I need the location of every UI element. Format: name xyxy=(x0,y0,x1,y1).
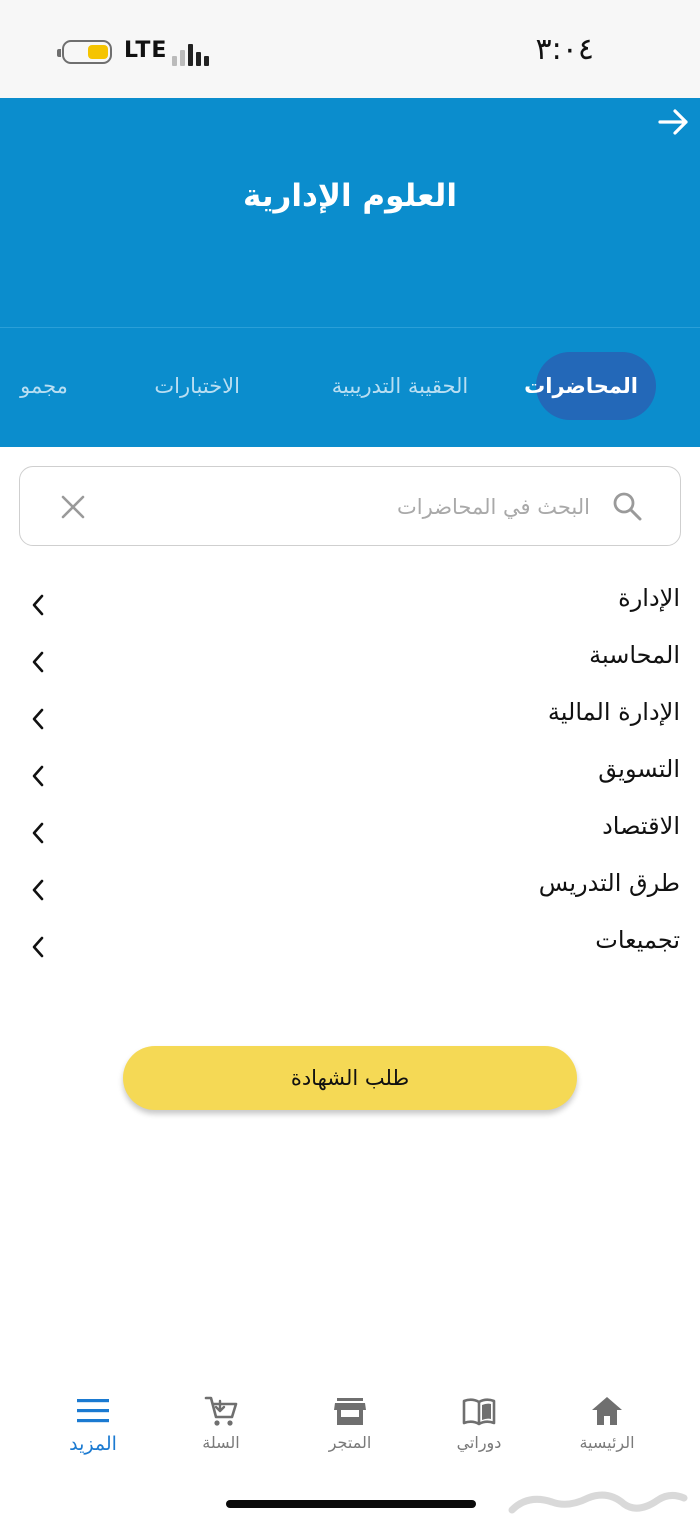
nav-store[interactable]: المتجر xyxy=(300,1385,400,1475)
arrow-right-icon[interactable] xyxy=(656,104,692,140)
nav-home[interactable]: الرئيسية xyxy=(557,1385,657,1475)
nav-label: الرئيسية xyxy=(579,1433,635,1452)
tab-tests[interactable]: الاختبارات xyxy=(154,352,240,420)
chevron-left-icon xyxy=(32,708,44,730)
category-economics[interactable]: الاقتصاد xyxy=(0,802,700,859)
app-header: العلوم الإدارية xyxy=(0,98,700,327)
category-label: الإدارة xyxy=(618,584,680,612)
category-accounting[interactable]: المحاسبة xyxy=(0,631,700,688)
nav-label: دوراتي xyxy=(456,1433,502,1452)
menu-icon xyxy=(77,1399,109,1423)
category-financial-management[interactable]: الإدارة المالية xyxy=(0,688,700,745)
home-indicator[interactable] xyxy=(226,1500,476,1508)
chevron-left-icon xyxy=(32,822,44,844)
signal-icon xyxy=(172,40,210,66)
category-management[interactable]: الإدارة xyxy=(0,574,700,631)
nav-my-courses[interactable]: دوراتي xyxy=(429,1385,529,1475)
category-teaching-methods[interactable]: طرق التدريس xyxy=(0,859,700,916)
nav-label: السلة xyxy=(202,1433,240,1452)
search-input[interactable] xyxy=(130,485,590,529)
nav-more[interactable]: المزيد xyxy=(43,1385,143,1475)
chevron-left-icon xyxy=(32,594,44,616)
tab-collections[interactable]: مجمو xyxy=(18,352,70,420)
bottom-nav: الرئيسية دوراتي المتجر السلة المزيد xyxy=(0,1385,700,1475)
store-icon xyxy=(334,1398,366,1425)
chevron-left-icon xyxy=(32,651,44,673)
category-label: الاقتصاد xyxy=(602,812,680,840)
category-marketing[interactable]: التسويق xyxy=(0,745,700,802)
category-list: الإدارة المحاسبة الإدارة المالية التسويق… xyxy=(0,574,700,973)
chevron-left-icon xyxy=(32,936,44,958)
watermark-logo xyxy=(508,1484,688,1522)
section-tabs: المحاضرات الحقيبة التدريبية الاختبارات م… xyxy=(0,327,700,447)
category-label: تجميعات xyxy=(595,926,680,954)
search-box xyxy=(19,466,681,546)
status-time: ٣:٠٤ xyxy=(535,32,594,67)
nav-label: المزيد xyxy=(69,1433,117,1455)
category-label: المحاسبة xyxy=(589,641,680,669)
close-icon[interactable] xyxy=(60,494,86,520)
category-label: التسويق xyxy=(598,755,680,783)
cart-icon xyxy=(204,1396,238,1426)
category-label: طرق التدريس xyxy=(538,869,680,897)
network-type: LTE xyxy=(124,38,168,63)
battery-icon xyxy=(57,40,112,64)
book-icon xyxy=(462,1398,496,1426)
chevron-left-icon xyxy=(32,879,44,901)
nav-cart[interactable]: السلة xyxy=(171,1385,271,1475)
status-bar: LTE ٣:٠٤ xyxy=(0,0,700,98)
home-icon xyxy=(592,1397,622,1425)
nav-label: المتجر xyxy=(328,1433,372,1452)
request-certificate-button[interactable]: طلب الشهادة xyxy=(123,1046,577,1110)
category-label: الإدارة المالية xyxy=(547,698,680,726)
tab-training-kit[interactable]: الحقيبة التدريبية xyxy=(330,352,470,420)
category-collections[interactable]: تجميعات xyxy=(0,916,700,973)
search-icon xyxy=(613,492,642,521)
chevron-left-icon xyxy=(32,765,44,787)
tab-lectures[interactable]: المحاضرات xyxy=(524,352,656,420)
haraj-logo-icon xyxy=(508,1491,688,1514)
app-screen: LTE ٣:٠٤ العلوم الإدارية المحاضرات الحقي… xyxy=(0,0,700,1522)
page-title: العلوم الإدارية xyxy=(243,178,457,214)
